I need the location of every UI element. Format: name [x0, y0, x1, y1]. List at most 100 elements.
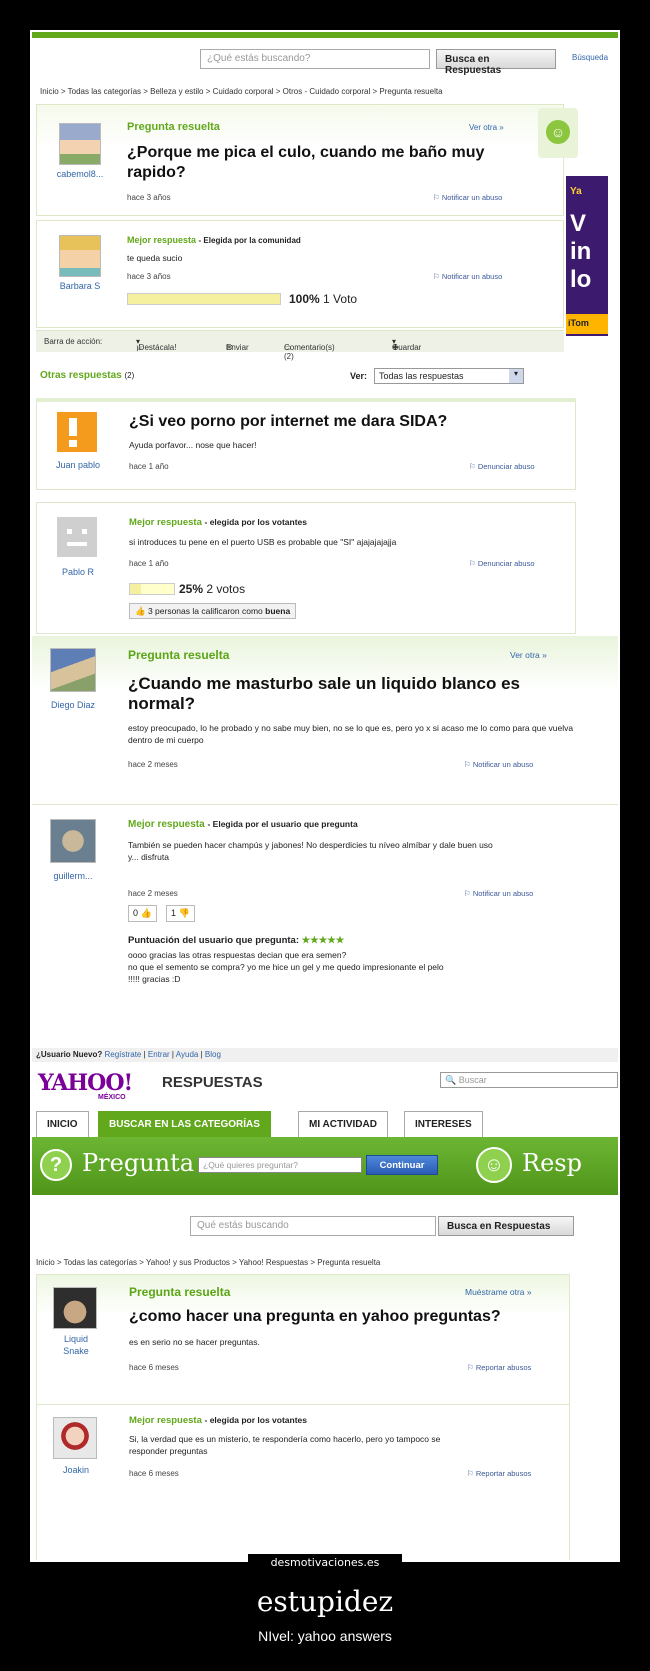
search-button[interactable]: Busca en Respuestas — [438, 1216, 574, 1236]
exclamation-dot — [69, 440, 77, 447]
asker-name[interactable]: Juan pablo — [43, 460, 113, 470]
vote-count: 2 votos — [206, 582, 246, 596]
breadcrumb[interactable]: Inicio > Todas las categorías > Yahoo! y… — [36, 1258, 380, 1267]
avatar-mouth — [67, 542, 87, 546]
poster-title: estupidez — [256, 1585, 394, 1618]
highlight-button[interactable]: ☆ ¡Destácala! ▾ — [136, 337, 176, 352]
thumbs-down-button[interactable]: 1 👎 — [166, 905, 195, 922]
asker-avatar[interactable] — [57, 412, 97, 452]
comment-line: !!!!! gracias :D — [128, 974, 181, 984]
continue-button[interactable]: Continuar — [366, 1155, 438, 1175]
best-answer-label: Mejor respuesta — [129, 517, 202, 528]
answer-text: te queda sucio — [127, 253, 183, 263]
top-search-input[interactable]: 🔍 Buscar — [440, 1072, 618, 1088]
report-abuse-link[interactable]: ⚐ Notificar un abuso — [464, 760, 533, 769]
question-title: ¿Si veo porno por internet me dara SIDA? — [129, 413, 448, 430]
answerer-avatar[interactable] — [59, 235, 101, 277]
ad-line-2: V — [570, 210, 587, 237]
answerer-avatar[interactable] — [57, 517, 97, 557]
flag-icon: ⚐ — [433, 272, 442, 281]
report-abuse-link[interactable]: ⚐ Notificar un abuso — [433, 272, 502, 281]
ad-button[interactable]: iTom — [566, 314, 608, 334]
blog-link[interactable]: Blog — [205, 1050, 221, 1059]
ad-banner[interactable]: Ya V in lo iTom — [566, 176, 608, 336]
answer-line: y... disfruta — [128, 852, 169, 862]
report-abuse-link[interactable]: ⚐ Notificar un abuso — [433, 193, 502, 202]
search-icon: 🔍 — [445, 1075, 459, 1085]
vote-summary: 25% 2 votos — [179, 582, 245, 596]
rating-badge[interactable]: 👍 3 personas la calificaron como buena — [129, 603, 297, 619]
best-answer-header: Mejor respuesta - elegida por los votant… — [129, 1415, 307, 1426]
comment-line: no que el semento se compra? yo me hice … — [128, 962, 444, 972]
best-answer-header: Mejor respuesta - Elegida por el usuario… — [128, 819, 358, 830]
ask-input[interactable]: ¿Qué quieres preguntar? — [198, 1157, 362, 1173]
new-user-label: ¿Usuario Nuevo? — [36, 1050, 103, 1059]
ad-line-1: Ya — [570, 186, 582, 197]
other-answers-header: Otras respuestas (2) — [40, 370, 134, 381]
action-bar-label: Barra de acción: — [44, 337, 103, 346]
see-other-link[interactable]: Ver otra » — [510, 650, 547, 660]
answerer-name[interactable]: Barbara S — [45, 281, 115, 291]
asker-name[interactable]: cabemol8... — [45, 169, 115, 179]
other-answers-label: Otras respuestas — [40, 370, 122, 381]
breadcrumb[interactable]: Inicio > Todas las categorías > Belleza … — [40, 87, 443, 96]
question-title: ¿Porque me pica el culo, cuando me baño … — [127, 144, 485, 181]
best-answer-chosen: - elegida por los votantes — [204, 517, 308, 527]
flag-icon: ⚐ — [467, 1363, 476, 1372]
tab-categorias[interactable]: BUSCAR EN LAS CATEGORÍAS — [98, 1111, 271, 1137]
vote-bar — [127, 293, 281, 305]
answerer-avatar[interactable] — [50, 819, 96, 863]
register-link[interactable]: Regístrate — [104, 1050, 141, 1059]
top-links-bar: ¿Usuario Nuevo? Regístrate | Entrar | Ay… — [32, 1048, 618, 1062]
search-input[interactable]: ¿Qué estás buscando? — [200, 49, 430, 69]
search-tab-link[interactable]: Búsqueda — [572, 53, 608, 62]
rated-prefix: 3 personas la calificaron como — [147, 606, 263, 616]
answer-time: hace 2 meses — [128, 889, 178, 898]
report-abuse-link[interactable]: ⚐ Notificar un abuso — [464, 889, 533, 898]
vote-bar-fill — [130, 584, 141, 594]
help-link[interactable]: Ayuda — [176, 1050, 199, 1059]
report-abuse-link[interactable]: ⚐ Denunciar abuso — [469, 559, 535, 568]
report-abuse-link[interactable]: ⚐ Denunciar abuso — [469, 462, 535, 471]
status-label: Pregunta resuelta — [128, 648, 230, 662]
asker-name[interactable]: Diego Diaz — [38, 700, 108, 710]
tab-intereses[interactable]: INTERESES — [404, 1111, 483, 1137]
answerer-avatar[interactable] — [53, 1417, 97, 1459]
ad-line-3: in — [570, 238, 592, 265]
report-abuse-link[interactable]: ⚐ Reportar abusos — [467, 1469, 531, 1478]
ask-band: ? Pregunta ¿Qué quieres preguntar? Conti… — [32, 1137, 618, 1195]
search-input[interactable]: Qué estás buscando — [190, 1216, 436, 1236]
asked-time: hace 3 años — [127, 193, 171, 202]
asker-avatar[interactable] — [53, 1287, 97, 1329]
green-top-strip — [32, 32, 618, 38]
answerer-name[interactable]: Joakin — [41, 1465, 111, 1475]
tab-inicio[interactable]: INICIO — [36, 1111, 89, 1137]
smiley-icon: ☺ — [546, 120, 570, 144]
best-answer-chosen: - Elegida por la comunidad — [198, 236, 301, 245]
rating-label: Puntuación del usuario que pregunta: — [128, 935, 300, 946]
best-answer-block: Barbara S Mejor respuesta - Elegida por … — [36, 220, 564, 328]
smiley-icon: ☺ — [476, 1147, 512, 1183]
yahoo-logo[interactable]: YAHOO! — [38, 1070, 133, 1096]
answerer-name[interactable]: guillerm... — [38, 871, 108, 881]
search-button[interactable]: Busca en Respuestas — [436, 49, 556, 76]
best-answer-block: guillerm... Mejor respuesta - Elegida po… — [32, 804, 618, 1044]
see-other-link[interactable]: Muéstrame otra » — [465, 1287, 532, 1297]
asker-avatar[interactable] — [59, 123, 101, 165]
see-other-link[interactable]: Ver otra » — [469, 123, 504, 132]
rating-stars: ★★★★★ — [301, 935, 345, 946]
question-title: ¿Cuando me masturbo sale un liquido blan… — [128, 674, 520, 713]
flag-icon: ⚐ — [464, 760, 473, 769]
flag-icon: ⚐ — [464, 889, 473, 898]
asker-name[interactable]: Liquid Snake — [41, 1333, 111, 1357]
signin-link[interactable]: Entrar — [148, 1050, 170, 1059]
thumbs-up-button[interactable]: 0 👍 — [128, 905, 157, 922]
question-details: Ayuda porfavor... nose que hacer! — [129, 440, 257, 450]
save-button[interactable]: ✚ Guardar ▾ — [392, 337, 421, 352]
view-select[interactable]: Todas las respuestas ▾ — [374, 368, 524, 384]
asker-comment: oooo gracias las otras respuestas decian… — [128, 949, 576, 985]
asker-avatar[interactable] — [50, 648, 96, 692]
tab-actividad[interactable]: MI ACTIVIDAD — [298, 1111, 388, 1137]
answerer-name[interactable]: Pablo R — [43, 567, 113, 577]
report-abuse-link[interactable]: ⚐ Reportar abusos — [467, 1363, 531, 1372]
